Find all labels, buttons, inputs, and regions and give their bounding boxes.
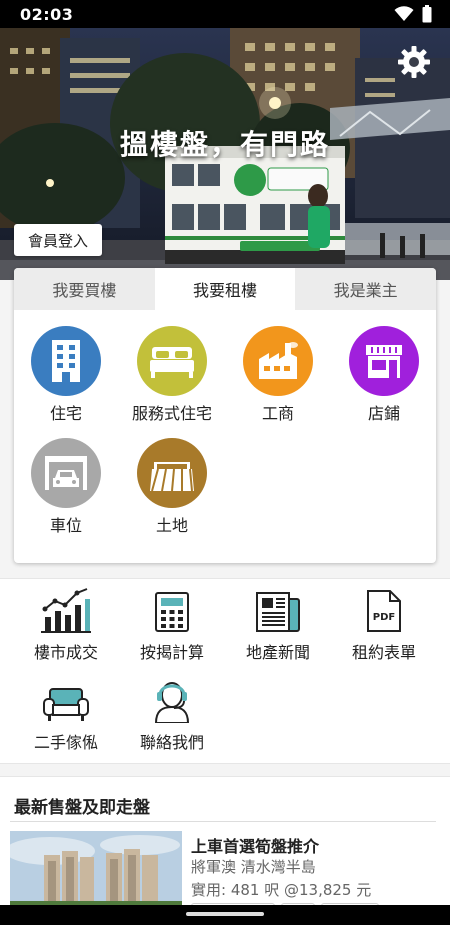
tool-label: 租約表單 bbox=[351, 643, 416, 662]
category-serviced-circle bbox=[137, 326, 207, 396]
tab-owner[interactable]: 我是業主 bbox=[295, 268, 436, 310]
bar-chart-icon bbox=[41, 588, 91, 633]
category-residential[interactable]: 住宅 bbox=[16, 326, 116, 424]
category-shop-circle bbox=[349, 326, 419, 396]
calculator-icon bbox=[155, 592, 189, 632]
category-car-park-circle bbox=[31, 438, 101, 508]
factory-icon bbox=[259, 342, 298, 379]
storefront-icon bbox=[366, 345, 402, 378]
bed-icon bbox=[150, 347, 194, 378]
category-car-park[interactable]: 車位 bbox=[16, 438, 116, 536]
tool-label: 按揭計算 bbox=[139, 643, 204, 662]
tool-icon-wrap bbox=[147, 677, 197, 723]
tool-label: 樓市成交 bbox=[33, 643, 98, 662]
category-shop[interactable]: 店鋪 bbox=[334, 326, 434, 424]
tools-section: 樓市成交 按揭計算 地產新聞 PDF 租約表單 二手傢俬 聯絡我們 bbox=[0, 578, 450, 764]
category-residential-circle bbox=[31, 326, 101, 396]
tab-bar: 我要買樓 我要租樓 我是業主 bbox=[14, 268, 436, 310]
listing-location: 將軍澳 清水灣半島 bbox=[191, 858, 316, 876]
category-label: 車位 bbox=[49, 516, 82, 535]
tool-icon-wrap bbox=[41, 587, 91, 633]
category-label: 店鋪 bbox=[367, 404, 400, 423]
category-serviced-apartment[interactable]: 服務式住宅 bbox=[122, 326, 222, 424]
land-icon bbox=[150, 462, 194, 492]
home-gesture-handle[interactable] bbox=[186, 912, 264, 916]
tool-icon-wrap bbox=[41, 677, 91, 723]
sofa-icon bbox=[43, 688, 89, 721]
section-divider bbox=[10, 821, 436, 822]
headset-icon bbox=[154, 682, 190, 723]
tool-contact-us[interactable]: 聯絡我們 bbox=[117, 677, 227, 753]
listing-title: 上車首選筍盤推介 bbox=[191, 837, 320, 856]
tab-buy[interactable]: 我要買樓 bbox=[14, 268, 155, 310]
property-type-card: 我要買樓 我要租樓 我是業主 住宅 服務式住宅 工商 店鋪 車位 土地 bbox=[14, 268, 436, 563]
tool-market-transactions[interactable]: 樓市成交 bbox=[11, 587, 121, 663]
system-nav-bar bbox=[0, 905, 450, 925]
status-time: 02:03 bbox=[20, 4, 74, 24]
latest-listings-section: 最新售盤及即走盤 上車首選筍盤推介 將軍澳 清水灣半島 實用: 481 呎 @1… bbox=[0, 776, 450, 925]
tool-second-hand-furniture[interactable]: 二手傢俬 bbox=[11, 677, 121, 753]
status-icons bbox=[394, 5, 432, 23]
category-label: 住宅 bbox=[49, 404, 82, 423]
tool-icon-wrap bbox=[253, 587, 303, 633]
tool-lease-forms[interactable]: PDF 租約表單 bbox=[329, 587, 439, 663]
settings-button[interactable] bbox=[396, 44, 432, 80]
category-land-circle bbox=[137, 438, 207, 508]
section-title: 最新售盤及即走盤 bbox=[14, 798, 150, 818]
newspaper-icon bbox=[256, 592, 300, 632]
building-icon bbox=[52, 340, 80, 382]
tool-icon-wrap: PDF bbox=[359, 587, 409, 633]
listing-price: 實用: 481 呎 @13,825 元 bbox=[191, 881, 372, 899]
gear-icon bbox=[398, 46, 430, 78]
status-bar: 02:03 bbox=[0, 0, 450, 28]
category-commercial[interactable]: 工商 bbox=[228, 326, 328, 424]
hero-slogan: 搵樓盤，有門路 bbox=[119, 128, 330, 161]
hero-banner: 搵樓盤，有門路 會員登入 bbox=[0, 28, 450, 280]
tool-label: 聯絡我們 bbox=[139, 733, 204, 752]
category-commercial-circle bbox=[243, 326, 313, 396]
wifi-icon bbox=[394, 6, 414, 21]
car-park-icon bbox=[45, 456, 87, 490]
category-label: 服務式住宅 bbox=[131, 404, 212, 423]
member-login-button[interactable]: 會員登入 bbox=[14, 224, 102, 256]
category-label: 土地 bbox=[155, 516, 188, 535]
tool-label: 地產新聞 bbox=[245, 643, 310, 662]
pdf-badge-text: PDF bbox=[373, 612, 395, 623]
tool-label: 二手傢俬 bbox=[33, 733, 98, 752]
category-label: 工商 bbox=[261, 404, 294, 423]
battery-icon bbox=[422, 5, 432, 23]
tool-property-news[interactable]: 地產新聞 bbox=[223, 587, 333, 663]
pdf-icon: PDF bbox=[367, 590, 401, 632]
tab-rent[interactable]: 我要租樓 bbox=[154, 268, 296, 310]
tool-mortgage-calculator[interactable]: 按揭計算 bbox=[117, 587, 227, 663]
tool-icon-wrap bbox=[147, 587, 197, 633]
category-land[interactable]: 土地 bbox=[122, 438, 222, 536]
